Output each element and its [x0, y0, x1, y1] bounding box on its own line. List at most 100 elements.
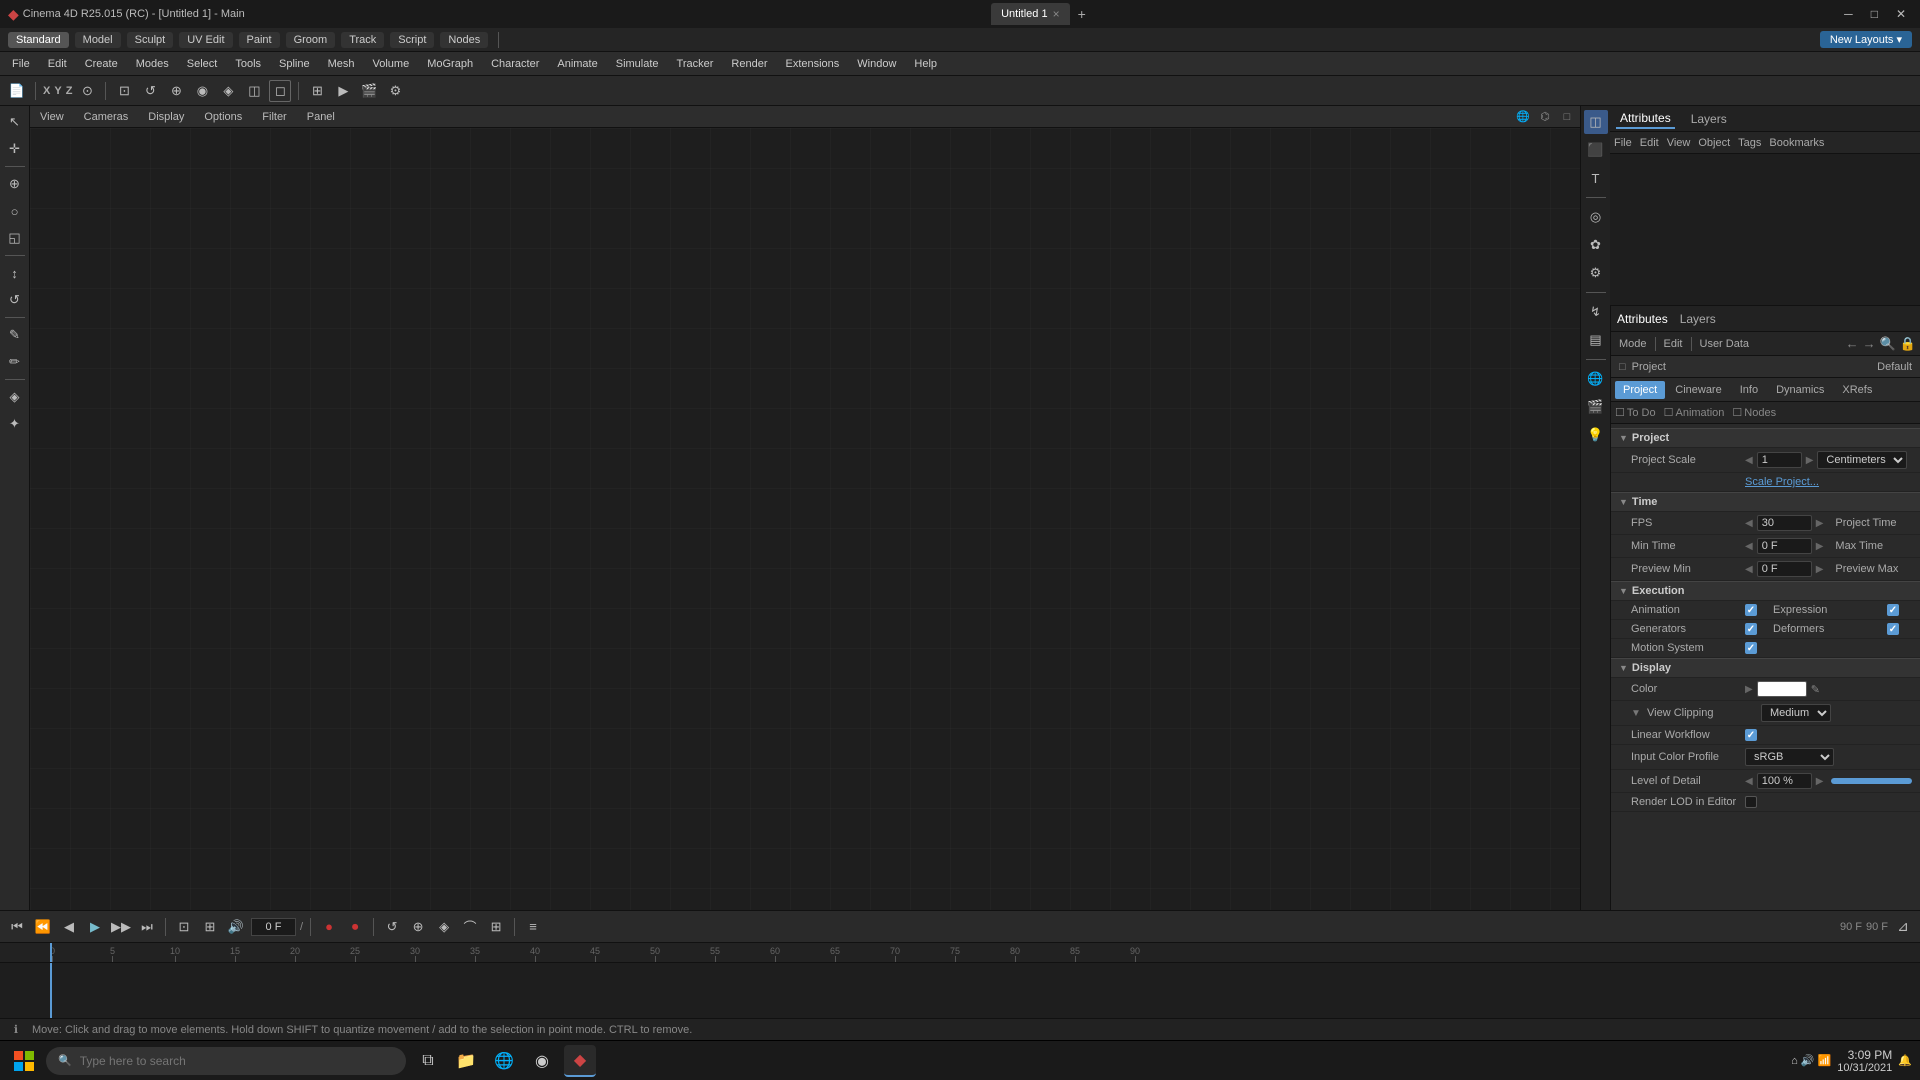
menu-help[interactable]: Help: [906, 55, 945, 73]
viewport-menu-view[interactable]: View: [34, 109, 70, 125]
si-film-icon[interactable]: 🎬: [1584, 395, 1608, 419]
lod-input[interactable]: [1757, 773, 1812, 789]
toolbar-select-icon[interactable]: ◻: [269, 80, 291, 102]
objects-tab[interactable]: Attributes: [1616, 109, 1675, 129]
prevmin-right[interactable]: ▶: [1816, 564, 1824, 575]
start-button[interactable]: [8, 1045, 40, 1077]
section-display[interactable]: ▼ Display: [1611, 658, 1920, 678]
mode-script[interactable]: Script: [390, 32, 434, 48]
minimize-button[interactable]: ─: [1838, 5, 1859, 23]
si-text-icon[interactable]: T: [1584, 166, 1608, 190]
takes-tab[interactable]: Layers: [1687, 110, 1731, 128]
tl-loop-icon[interactable]: ↺: [381, 916, 403, 938]
toolbar-settings-icon[interactable]: ⚙: [384, 80, 406, 102]
fps-right-arrow[interactable]: ▶: [1816, 518, 1824, 529]
lt-node-tool[interactable]: ◈: [3, 385, 27, 409]
fps-left-arrow[interactable]: ◀: [1745, 518, 1753, 529]
lod-right-arrow[interactable]: ▶: [1816, 776, 1824, 787]
tl-anim-icon[interactable]: ⊞: [199, 916, 221, 938]
mintime-right[interactable]: ▶: [1816, 541, 1824, 552]
mode-paint[interactable]: Paint: [239, 32, 280, 48]
toolbar-render-icon[interactable]: ▶: [332, 80, 354, 102]
scale-project-link[interactable]: Scale Project...: [1745, 476, 1819, 488]
motion-system-checkbox[interactable]: ✓: [1745, 642, 1757, 654]
taskbar-c4d[interactable]: ◆: [564, 1045, 596, 1077]
viewport-canvas[interactable]: [30, 128, 1580, 910]
attr-tb-edit[interactable]: Edit: [1660, 336, 1687, 352]
project-scale-input[interactable]: [1757, 452, 1802, 468]
new-layouts-button[interactable]: New Layouts ▾: [1820, 31, 1912, 48]
tl-viewport-icon[interactable]: ⊡: [173, 916, 195, 938]
expression-checkbox[interactable]: ✓: [1887, 604, 1899, 616]
menu-mograph[interactable]: MoGraph: [419, 55, 481, 73]
lt-paint-tool[interactable]: ✎: [3, 323, 27, 347]
menu-extensions[interactable]: Extensions: [777, 55, 847, 73]
animation-checkbox[interactable]: ✓: [1745, 604, 1757, 616]
viewport-icon-1[interactable]: 🌐: [1514, 108, 1532, 126]
si-target-icon[interactable]: ◎: [1584, 205, 1608, 229]
menu-animate[interactable]: Animate: [549, 55, 605, 73]
tl-play[interactable]: ▶: [84, 916, 106, 938]
mode-standard[interactable]: Standard: [8, 32, 69, 48]
tl-rec-active[interactable]: ⏺: [344, 916, 366, 938]
mode-nodes[interactable]: Nodes: [440, 32, 488, 48]
attr-tab-attributes[interactable]: Attributes: [1617, 312, 1668, 326]
viewport-menu-filter[interactable]: Filter: [256, 109, 292, 125]
menu-render[interactable]: Render: [723, 55, 775, 73]
attr-search-icon[interactable]: 🔍: [1880, 336, 1896, 352]
tl-audio-icon[interactable]: 🔊: [225, 916, 247, 938]
tl-key-icon[interactable]: ◈: [433, 916, 455, 938]
tl-record-icon[interactable]: ●: [318, 916, 340, 938]
viewport-icon-2[interactable]: ⌬: [1536, 108, 1554, 126]
deformers-checkbox[interactable]: ✓: [1887, 623, 1899, 635]
taskbar-chrome[interactable]: ◉: [526, 1045, 558, 1077]
lt-rect-tool[interactable]: ◱: [3, 226, 27, 250]
attr-tab-xrefs[interactable]: XRefs: [1834, 381, 1880, 399]
viewport-menu-panel[interactable]: Panel: [301, 109, 341, 125]
mode-sculpt[interactable]: Sculpt: [127, 32, 174, 48]
taskbar-explorer[interactable]: 📁: [450, 1045, 482, 1077]
viewport-menu-options[interactable]: Options: [198, 109, 248, 125]
lt-magnet-tool[interactable]: ↕: [3, 261, 27, 285]
attr-tab-layers[interactable]: Layers: [1680, 312, 1716, 326]
menu-spline[interactable]: Spline: [271, 55, 318, 73]
lod-left-arrow[interactable]: ◀: [1745, 776, 1753, 787]
section-time[interactable]: ▼ Time: [1611, 492, 1920, 512]
menu-character[interactable]: Character: [483, 55, 547, 73]
si-cube-icon[interactable]: ⬛: [1584, 138, 1608, 162]
mode-groom[interactable]: Groom: [286, 32, 336, 48]
lt-select-tool[interactable]: ↖: [3, 110, 27, 134]
preview-min-input[interactable]: [1757, 561, 1812, 577]
attr-tb-mode[interactable]: Mode: [1615, 336, 1651, 352]
lt-pencil-tool[interactable]: ✏: [3, 350, 27, 374]
min-time-input[interactable]: [1757, 538, 1812, 554]
toolbar-anim-icon[interactable]: 🎬: [358, 80, 380, 102]
menu-select[interactable]: Select: [179, 55, 226, 73]
tab-untitled1[interactable]: Untitled 1 ×: [991, 3, 1070, 25]
attr-tab-dynamics[interactable]: Dynamics: [1768, 381, 1832, 399]
obj-sub-view[interactable]: View: [1667, 137, 1691, 149]
notification-icon[interactable]: 🔔: [1898, 1054, 1912, 1067]
tl-ctrl-icon[interactable]: ⊞: [485, 916, 507, 938]
tl-to-end[interactable]: ⏭: [136, 916, 158, 938]
color-edit-icon[interactable]: ✎: [1811, 683, 1820, 696]
section-project[interactable]: ▼ Project: [1611, 428, 1920, 448]
obj-sub-edit[interactable]: Edit: [1640, 137, 1659, 149]
attr-subtab-nodes[interactable]: ☐ Nodes: [1732, 406, 1776, 419]
project-scale-unit-select[interactable]: Centimeters Meters Millimeters Inches: [1817, 451, 1907, 469]
obj-sub-tags[interactable]: Tags: [1738, 137, 1761, 149]
toolbar-snap-icon[interactable]: ◫: [243, 80, 265, 102]
toolbar-file-icon[interactable]: 📄: [6, 80, 28, 102]
si-gear-icon[interactable]: ⚙: [1584, 261, 1608, 285]
timeline-track[interactable]: [0, 963, 1920, 1018]
lt-move-tool[interactable]: ✛: [3, 137, 27, 161]
si-curve-icon[interactable]: ↯: [1584, 300, 1608, 324]
viewport-menu-cameras[interactable]: Cameras: [78, 109, 135, 125]
mintime-left[interactable]: ◀: [1745, 541, 1753, 552]
view-clipping-select[interactable]: Medium Low High: [1761, 704, 1831, 722]
render-lod-checkbox[interactable]: [1745, 796, 1757, 808]
fps-input[interactable]: [1757, 515, 1812, 531]
taskbar-task-view[interactable]: ⧉: [412, 1045, 444, 1077]
toolbar-scale-icon[interactable]: ⊕: [165, 80, 187, 102]
add-tab-button[interactable]: +: [1072, 2, 1092, 26]
